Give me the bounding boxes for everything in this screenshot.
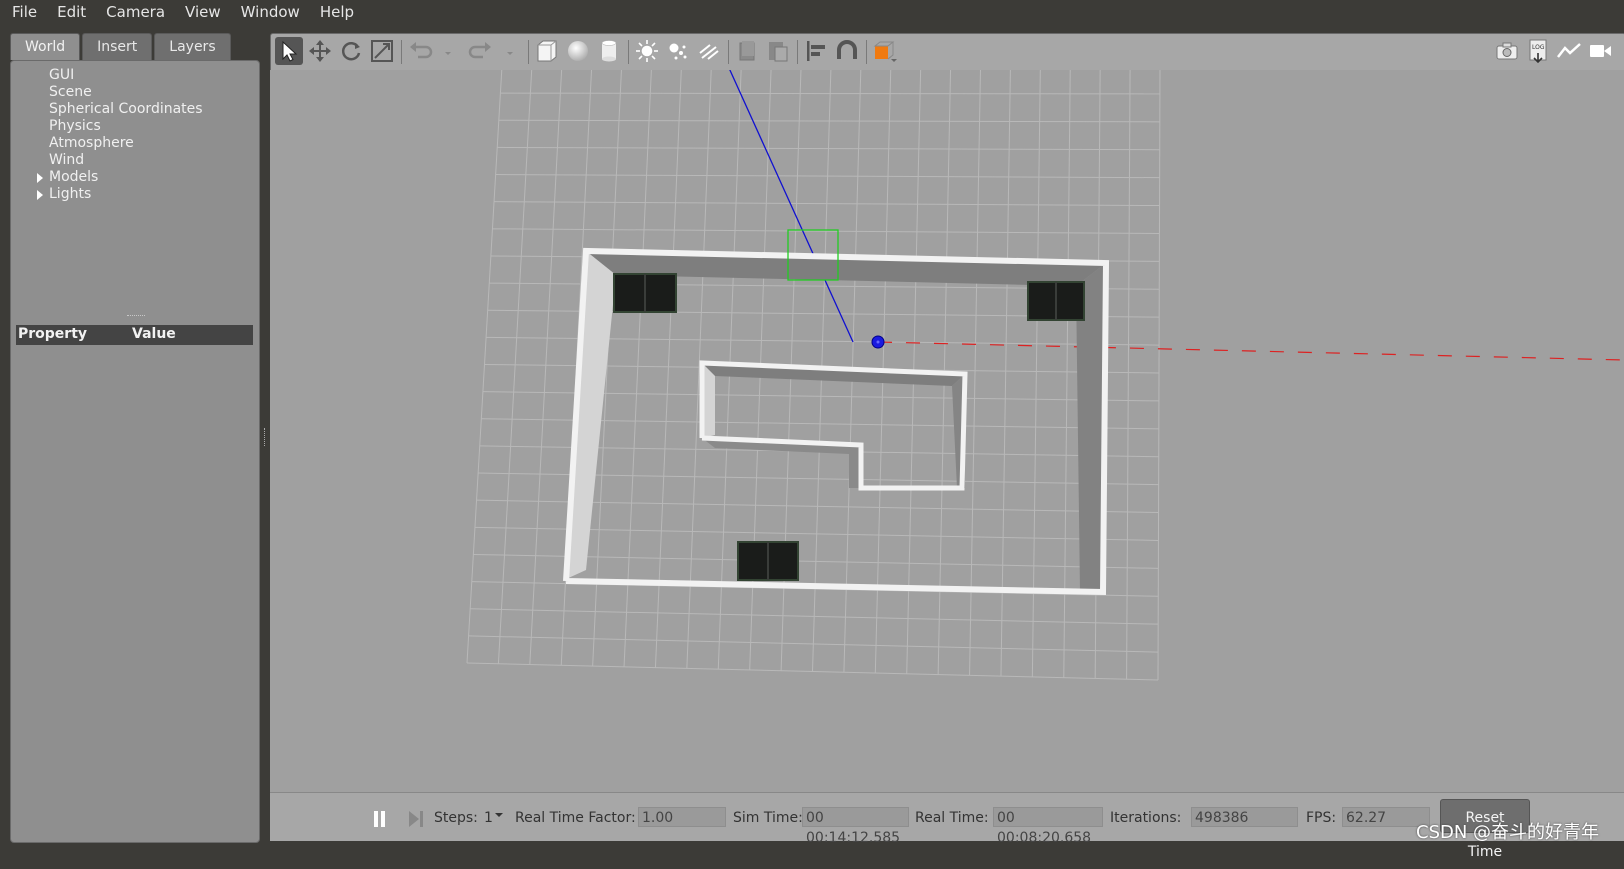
- record-video-icon[interactable]: [1586, 37, 1614, 65]
- tree-item-scene[interactable]: Scene: [25, 84, 203, 101]
- view-angle-icon[interactable]: [871, 37, 899, 65]
- log-icon[interactable]: LOG: [1524, 37, 1552, 65]
- left-panel-tabs: World Insert Layers: [10, 33, 233, 60]
- tree-item-atmosphere[interactable]: Atmosphere: [25, 135, 203, 152]
- paste-icon[interactable]: [764, 37, 792, 65]
- property-table-header: Property Value: [16, 325, 253, 345]
- scene-canvas[interactable]: [270, 70, 1624, 792]
- select-arrow-icon[interactable]: [275, 37, 303, 65]
- copy-icon[interactable]: [733, 37, 761, 65]
- step-button[interactable]: [406, 809, 426, 833]
- menu-file[interactable]: File: [0, 3, 47, 21]
- tree-item-wind[interactable]: Wind: [25, 152, 203, 169]
- value-column-header: Value: [132, 326, 176, 342]
- world-tree: GUI Scene Spherical Coordinates Physics …: [25, 67, 203, 203]
- tree-item-label: Lights: [49, 186, 92, 202]
- fps-label: FPS:: [1306, 810, 1337, 826]
- grid-line: [529, 70, 563, 665]
- scale-icon[interactable]: [368, 37, 396, 65]
- grid-line: [654, 70, 682, 668]
- grid-line: [1126, 70, 1131, 680]
- pause-button[interactable]: [370, 809, 390, 833]
- point-light-icon[interactable]: [633, 37, 661, 65]
- grid-line: [1031, 70, 1041, 677]
- scene-viewport[interactable]: [270, 70, 1624, 792]
- tree-item-gui[interactable]: GUI: [25, 67, 203, 84]
- tab-layers[interactable]: Layers: [154, 33, 231, 60]
- menu-help[interactable]: Help: [310, 3, 364, 21]
- align-icon[interactable]: [802, 37, 830, 65]
- real-time-field: 00 00:08:20.658: [993, 807, 1103, 846]
- redo-icon[interactable]: [467, 37, 495, 65]
- step-forward-icon: [409, 811, 423, 827]
- sim-time-label: Sim Time:: [733, 810, 803, 826]
- pause-icon: [374, 811, 385, 827]
- dark-box-model[interactable]: [737, 541, 799, 581]
- undo-dropdown-icon[interactable]: [434, 37, 452, 65]
- real-time-factor-field: 1.00: [638, 807, 726, 827]
- box-shape-icon[interactable]: [533, 37, 561, 65]
- menu-view[interactable]: View: [175, 3, 231, 21]
- rotate-icon[interactable]: [337, 37, 365, 65]
- dark-box-model[interactable]: [1027, 281, 1085, 321]
- menu-edit[interactable]: Edit: [47, 3, 96, 21]
- snap-icon[interactable]: [833, 37, 861, 65]
- tree-item-physics[interactable]: Physics: [25, 118, 203, 135]
- expand-arrow-icon[interactable]: [37, 190, 43, 200]
- property-column-header: Property: [18, 326, 88, 342]
- translate-icon[interactable]: [306, 37, 334, 65]
- steps-spinner[interactable]: 1: [484, 810, 493, 826]
- expand-arrow-icon[interactable]: [37, 173, 43, 183]
- real-time-factor-label: Real Time Factor:: [515, 810, 636, 826]
- menu-window[interactable]: Window: [231, 3, 310, 21]
- grid-line: [1000, 70, 1011, 677]
- red-axis-line: [877, 341, 1624, 361]
- grid-line: [623, 70, 652, 667]
- tree-item-models[interactable]: Models: [25, 169, 203, 186]
- tree-item-lights[interactable]: Lights: [25, 186, 203, 203]
- steps-label: Steps:: [434, 810, 478, 826]
- tree-item-spherical-coordinates[interactable]: Spherical Coordinates: [25, 101, 203, 118]
- toolbar: LOG: [270, 33, 1624, 71]
- cylinder-shape-icon[interactable]: [595, 37, 623, 65]
- spot-light-icon[interactable]: [664, 37, 692, 65]
- world-panel: GUI Scene Spherical Coordinates Physics …: [10, 60, 260, 843]
- plot-icon[interactable]: [1555, 37, 1583, 65]
- iterations-field: 498386: [1191, 807, 1298, 827]
- steps-dropdown-icon[interactable]: [495, 813, 503, 817]
- blue-axis-line: [729, 70, 854, 343]
- tree-item-label: Models: [49, 169, 99, 185]
- grid-line: [969, 70, 981, 676]
- dark-box-model[interactable]: [613, 273, 677, 313]
- tab-world[interactable]: World: [10, 33, 81, 60]
- menu-camera[interactable]: Camera: [96, 3, 175, 21]
- menu-bar: File Edit Camera View Window Help: [0, 0, 1624, 24]
- watermark-text: CSDN @奋斗的好青年: [1416, 822, 1600, 843]
- grid-line: [1063, 70, 1071, 678]
- sim-time-field: 00 00:14:12.585: [802, 807, 909, 846]
- vertical-splitter-handle[interactable]: [264, 428, 267, 446]
- panel-splitter-handle[interactable]: [127, 315, 145, 319]
- origin-marker-center: [876, 340, 880, 344]
- undo-icon[interactable]: [406, 37, 434, 65]
- svg-text:LOG: LOG: [1532, 44, 1545, 51]
- screenshot-icon[interactable]: [1493, 37, 1521, 65]
- real-time-label: Real Time:: [915, 810, 989, 826]
- tab-insert[interactable]: Insert: [82, 33, 153, 60]
- sphere-shape-icon[interactable]: [564, 37, 592, 65]
- iterations-label: Iterations:: [1110, 810, 1182, 826]
- grid-line: [466, 70, 503, 664]
- grid-line: [497, 70, 533, 664]
- grid-line: [1157, 70, 1161, 681]
- redo-dropdown-icon[interactable]: [496, 37, 514, 65]
- directional-light-icon[interactable]: [695, 37, 723, 65]
